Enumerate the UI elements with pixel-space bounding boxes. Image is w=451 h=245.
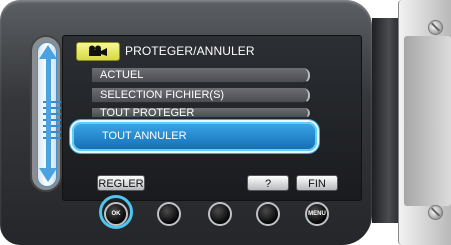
ok-button-label: OK [111,211,121,217]
page-title: PROTEGER/ANNULER [125,44,255,58]
menu-item-selection-fichiers[interactable]: SELECTION FICHIER(S) [92,88,310,103]
menu-item-label: SELECTION FICHIER(S) [100,89,225,101]
up-down-arrows-icon [46,57,51,173]
arrow-down-icon [39,168,57,182]
menu-item-label: TOUT PROTEGER [100,108,195,118]
menu-item-label: ACTUEL [100,69,144,81]
ok-button[interactable]: OK [104,202,128,226]
hw-button-3[interactable] [208,202,232,226]
menu-button-label: MENU [308,211,326,217]
arrow-up-icon [39,45,57,59]
softkey-label: ? [264,178,272,190]
softkey-label: REGLER [98,178,144,190]
menu-item-actuel[interactable]: ACTUEL [92,68,310,83]
lcd-hinge [372,18,400,223]
softkey-label: FIN [308,178,326,190]
regler-softkey[interactable]: REGLER [97,175,145,191]
hw-button-4[interactable] [256,202,280,226]
fin-softkey[interactable]: FIN [296,175,338,191]
side-slot [404,36,451,206]
menu-item-label: TOUT ANNULER [102,130,187,142]
scroll-slider[interactable] [30,35,62,192]
hw-button-2[interactable] [157,202,181,226]
screw-icon [428,205,443,220]
menu-item-tout-proteger[interactable]: TOUT PROTEGER [92,108,310,118]
menu-item-tout-annuler[interactable]: TOUT ANNULER [72,122,317,151]
help-softkey[interactable]: ? [247,175,289,191]
menu-button[interactable]: MENU [305,202,329,226]
menu-title-row: PROTEGER/ANNULER [76,41,255,61]
screw-icon [428,20,443,35]
movie-camera-icon [76,41,120,61]
